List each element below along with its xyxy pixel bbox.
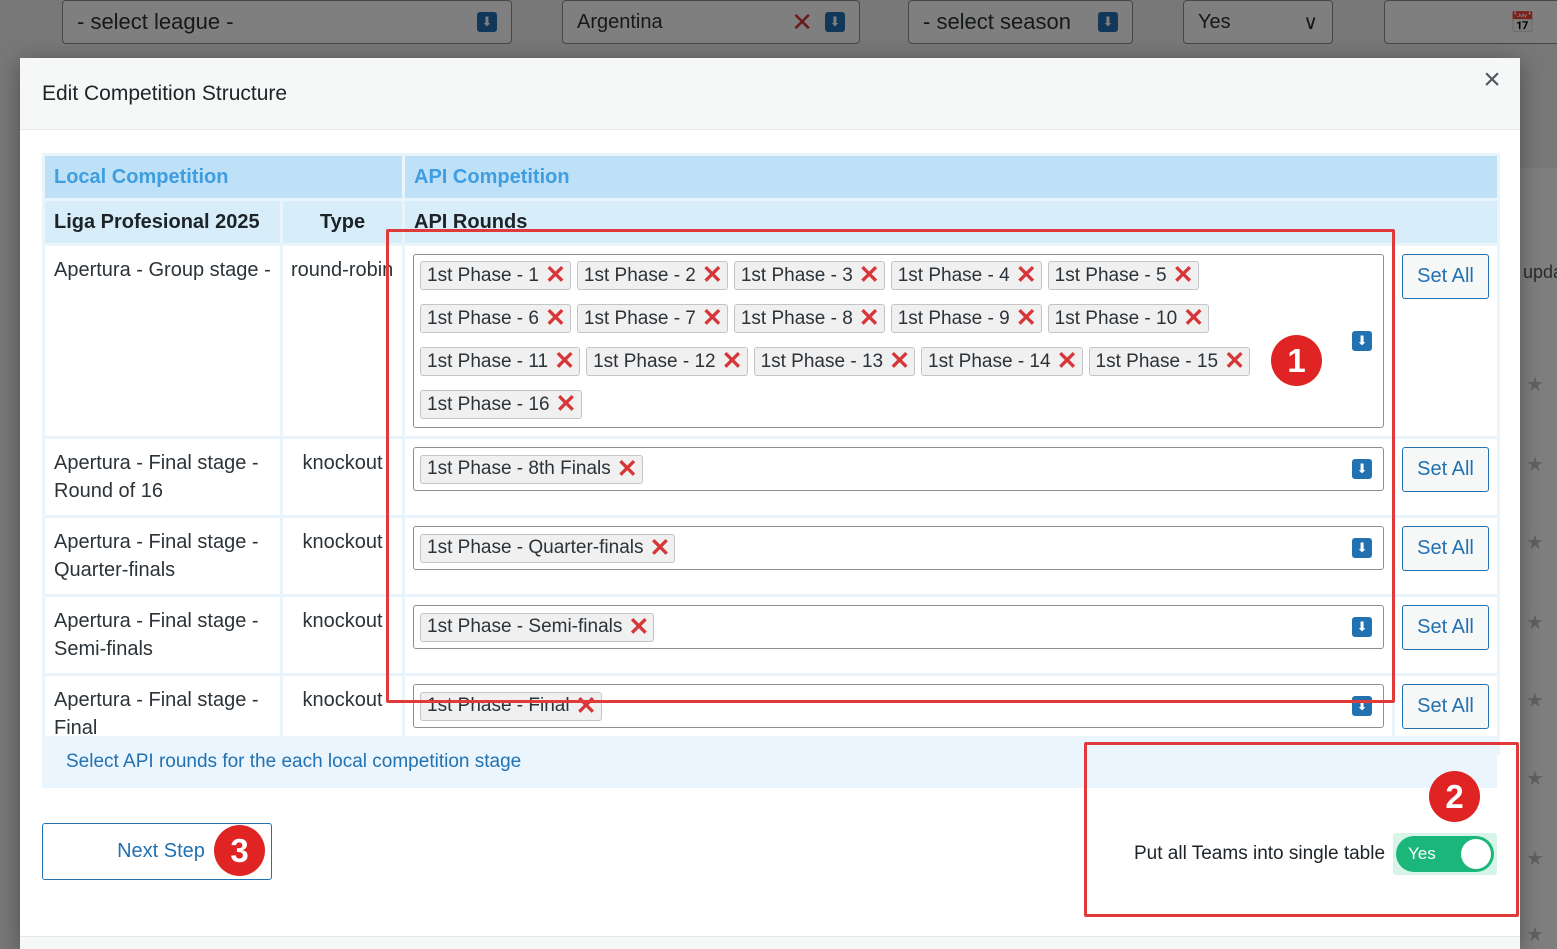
- annotation-box-toggle: [1084, 742, 1519, 917]
- annotation-badge: 2: [1429, 771, 1480, 822]
- stage-name: Apertura - Final stage - Semi-finals: [42, 594, 283, 676]
- modal-title: Edit Competition Structure: [42, 82, 288, 105]
- stage-name: Apertura - Final stage - Quarter-finals: [42, 515, 283, 597]
- action-cell: Set All: [1392, 594, 1501, 676]
- stage-name: Apertura - Group stage -: [42, 243, 283, 439]
- modal-footer: [20, 936, 1520, 949]
- stage-name: Apertura - Final stage - Round of 16: [42, 436, 283, 518]
- set-all-button[interactable]: Set All: [1402, 605, 1490, 650]
- action-cell: Set All: [1392, 243, 1501, 439]
- action-cell: Set All: [1392, 436, 1501, 518]
- set-all-button[interactable]: Set All: [1402, 684, 1490, 729]
- annotation-badge: 3: [214, 825, 265, 876]
- local-competition-header: Local Competition: [41, 153, 406, 201]
- api-competition-header: API Competition: [402, 153, 1501, 201]
- annotation-badge: 1: [1271, 335, 1322, 386]
- set-all-button[interactable]: Set All: [1402, 254, 1490, 299]
- competition-name-header: Liga Profesional 2025: [42, 198, 283, 246]
- close-icon[interactable]: ×: [1474, 62, 1510, 98]
- set-all-button[interactable]: Set All: [1402, 526, 1490, 571]
- set-all-button[interactable]: Set All: [1402, 447, 1490, 492]
- action-cell: Set All: [1392, 515, 1501, 597]
- modal-header: Edit Competition Structure ×: [20, 58, 1520, 130]
- annotation-box-rounds: [386, 229, 1395, 703]
